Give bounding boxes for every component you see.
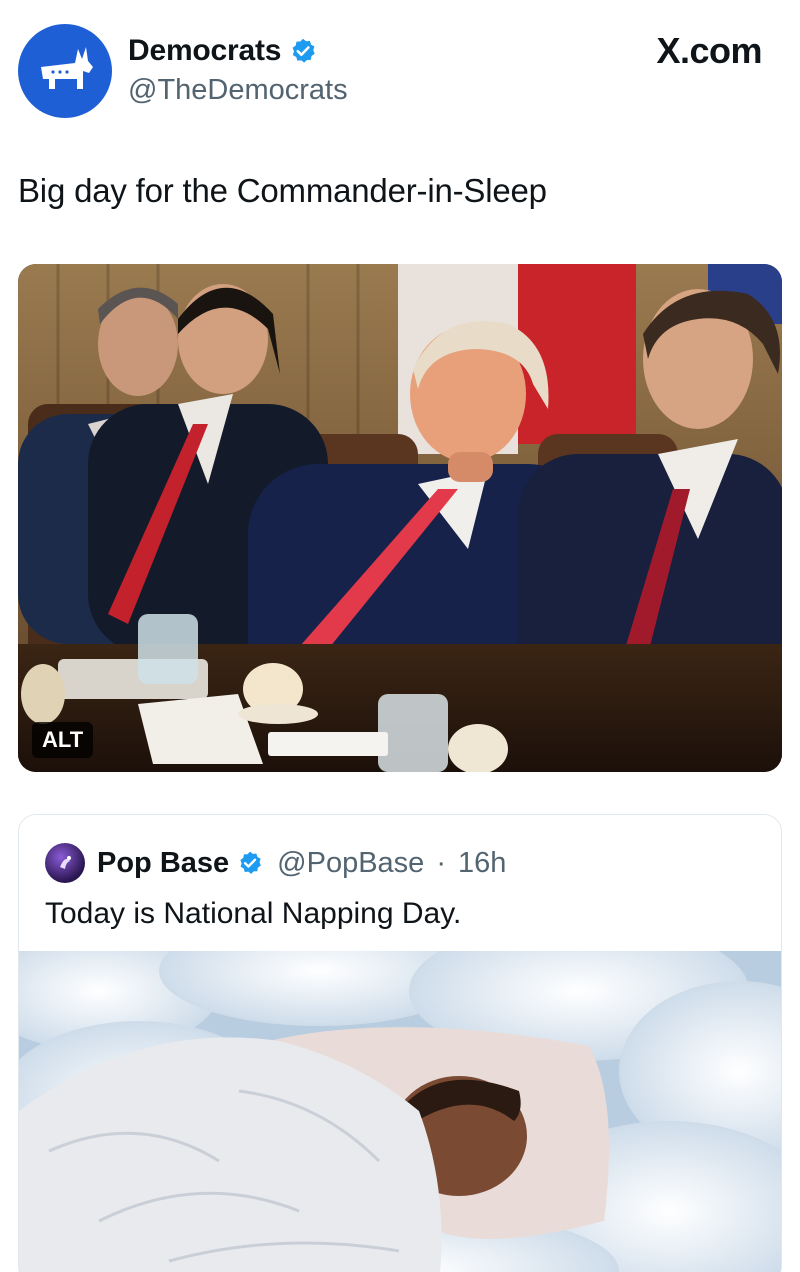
- alt-text-badge[interactable]: ALT: [32, 722, 94, 758]
- napping-in-clouds-illustration: [19, 951, 781, 1272]
- author-display-name[interactable]: Democrats: [128, 34, 281, 68]
- profile-avatar[interactable]: [18, 24, 112, 118]
- verified-badge-icon: [240, 851, 262, 874]
- quote-header: Pop Base @PopBase · 16h: [45, 843, 506, 883]
- pop-base-logo-icon: [60, 856, 71, 869]
- quote-text: Today is National Napping Day.: [45, 897, 462, 930]
- quote-timestamp[interactable]: 16h: [458, 847, 506, 880]
- author-handle[interactable]: @TheDemocrats: [128, 74, 348, 107]
- x-brand-label: X.com: [656, 30, 762, 71]
- author-name-row: Democrats: [128, 34, 317, 68]
- verified-badge-icon: [292, 38, 315, 63]
- tweet-photo[interactable]: ALT: [18, 264, 782, 772]
- quote-display-name[interactable]: Pop Base: [97, 847, 229, 880]
- tweet-text: Big day for the Commander-in-Sleep: [18, 172, 547, 209]
- quote-tweet-card[interactable]: Pop Base @PopBase · 16h Today is Nationa…: [18, 814, 782, 1272]
- quote-avatar[interactable]: [45, 843, 85, 883]
- quote-handle[interactable]: @PopBase: [277, 847, 424, 880]
- quote-photo[interactable]: [19, 951, 781, 1272]
- quote-separator: ·: [436, 846, 446, 879]
- donkey-logo-icon: [41, 47, 93, 89]
- meeting-photo-illustration: [18, 264, 782, 772]
